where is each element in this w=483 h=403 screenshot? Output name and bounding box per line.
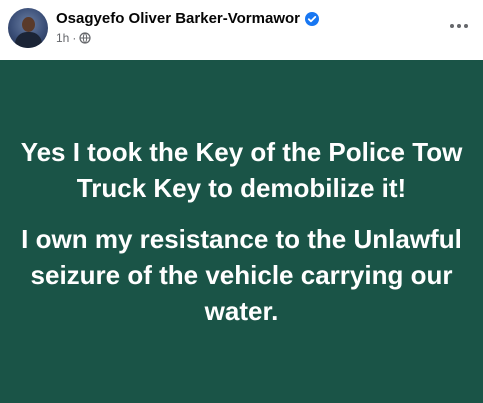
post-paragraph: Yes I took the Key of the Police Tow Tru… [20, 137, 463, 203]
author-name[interactable]: Osagyefo Oliver Barker-Vormawor [56, 10, 300, 27]
verified-badge-icon [304, 11, 319, 26]
globe-icon[interactable] [79, 32, 91, 44]
post-text-card: Yes I took the Key of the Police Tow Tru… [0, 60, 483, 403]
avatar-face [22, 17, 35, 32]
meta-separator: · [72, 31, 77, 45]
post-meta: 1h · [56, 31, 91, 45]
post-header: Osagyefo Oliver Barker-Vormawor 1h · [0, 0, 483, 60]
more-options-button[interactable] [445, 12, 473, 40]
post-paragraph: I own my resistance to the Unlawful seiz… [21, 224, 462, 326]
more-horizontal-icon [450, 24, 454, 28]
more-dot [464, 24, 468, 28]
avatar-body [15, 32, 42, 48]
author-row: Osagyefo Oliver Barker-Vormawor [56, 10, 319, 27]
post-timestamp[interactable]: 1h [56, 31, 69, 45]
more-dot [457, 24, 461, 28]
avatar[interactable] [8, 8, 48, 48]
